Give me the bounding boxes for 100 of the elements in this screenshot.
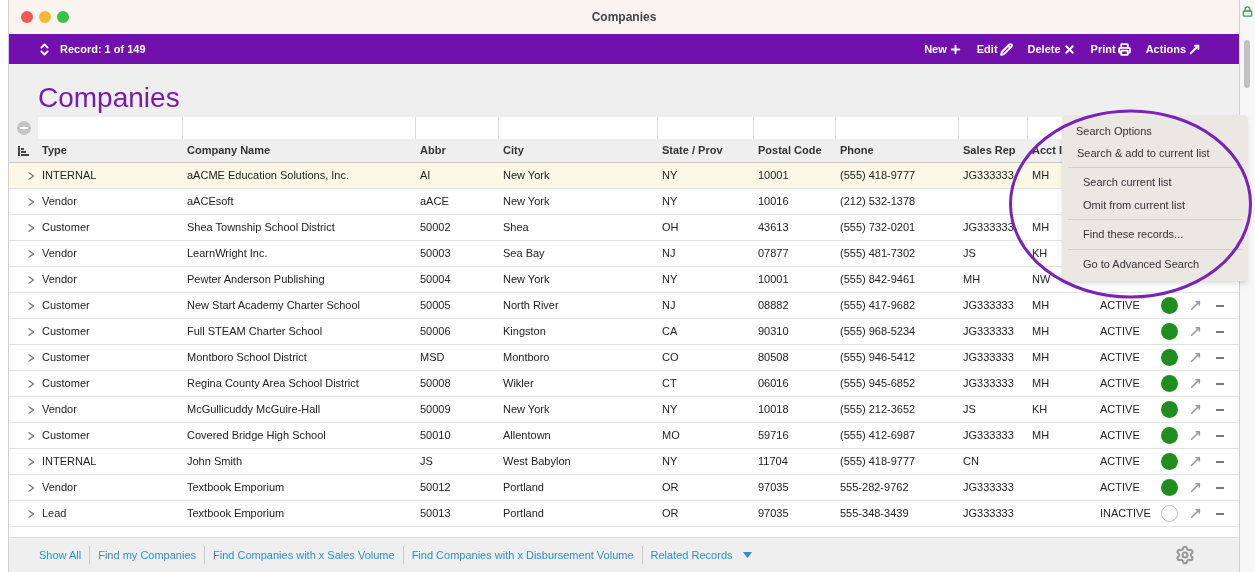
table-row[interactable]: Customer Covered Bridge High School 50010 Allentown MO 59716 (555) 412-6987 JG333333 MH ACTIVE [9,423,1239,449]
table-cell-text: MO [661,428,681,444]
expand-chevron-icon[interactable] [28,249,34,258]
table-row[interactable]: Customer New Start Academy Charter School 50005 North River NJ 08882 (555) 417-9682 JG333333 MH ACTIVE [9,293,1239,319]
expand-chevron-icon[interactable] [28,171,34,180]
filter-field[interactable] [959,116,1028,139]
filter-field[interactable] [183,116,416,139]
table-cell-text: Portland [502,480,545,496]
table-cell-text: 50013 [419,506,452,522]
menu-item[interactable]: Omit from current list [1068,193,1242,216]
filter-field[interactable] [836,116,959,139]
table-row[interactable]: Vendor McGullicuddy McGuire-Hall 50009 New York NY 10018 (555) 212-3652 JS KH ACTIVE [9,397,1239,423]
table-cell-text: MH [1031,428,1051,444]
table-cell-text: Textbook Emporium [186,480,286,496]
table-cell-text: John Smith [186,454,244,470]
remove-icon[interactable] [1216,434,1224,437]
close-window-icon[interactable] [21,11,33,23]
table-row[interactable]: Customer Full STEAM Charter School 50006 Kingston CA 90310 (555) 968-5234 JG333333 MH ACTIVE [9,319,1239,345]
table-cell-text: New York [502,402,551,418]
table-cell-text: 43613 [757,220,790,236]
settings-icon[interactable] [1175,545,1195,565]
expand-chevron-icon[interactable] [28,509,34,518]
filter-field[interactable] [416,116,499,139]
table-cell-text: 10018 [757,402,790,418]
column-header[interactable]: Abbr [416,142,499,159]
column-header[interactable]: City [499,142,658,159]
expand-chevron-icon[interactable] [28,327,34,336]
caret-icon [742,552,752,558]
remove-icon[interactable] [1216,382,1224,385]
remove-icon[interactable] [1216,356,1224,359]
table-row[interactable]: Customer Regina County Area School District 50008 Wikler CT 06016 (555) 945-6852 JG333333 MH ACTIVE [9,371,1239,397]
column-header[interactable]: Phone [836,142,959,159]
expand-chevron-icon[interactable] [28,197,34,206]
toolbar-button[interactable]: Edit [976,40,1013,58]
column-header[interactable]: Type [38,142,183,159]
sort-icon[interactable] [18,145,29,156]
toolbar-button[interactable]: Delete [1027,40,1076,58]
table-row[interactable]: Vendor Pewter Anderson Publishing 50004 New York NY 10001 (555) 842-9461 MH NW [9,267,1239,293]
table-cell-text: JG333333 [962,220,1015,236]
open-record-icon[interactable] [1189,377,1202,390]
table-cell-text: JG333333 [962,480,1015,496]
open-record-icon[interactable] [1189,507,1202,520]
column-header[interactable]: Postal Code [754,142,836,159]
column-header[interactable]: Company Name [183,142,416,159]
table-cell-text: JG333333 [962,428,1015,444]
table-cell-text: Vendor [41,246,78,262]
open-record-icon[interactable] [1189,481,1202,494]
table-cell-text: Allentown [502,428,552,444]
toolbar-button[interactable]: Actions [1145,40,1201,58]
table-cell-text: (555) 212-3652 [839,402,917,418]
open-record-icon[interactable] [1189,455,1202,468]
column-header[interactable]: State / Prov [658,142,754,159]
expand-chevron-icon[interactable] [28,301,34,310]
table-row[interactable]: Vendor Textbook Emporium 50012 Portland OR 97035 555-282-9762 JG333333 ACTIVE [9,475,1239,501]
table-row[interactable]: Customer Montboro School District MSD Montboro CO 80508 (555) 946-5412 JG333333 MH ACTIVE [9,345,1239,371]
remove-icon[interactable] [1216,460,1224,463]
open-record-icon[interactable] [1189,351,1202,364]
expand-chevron-icon[interactable] [28,353,34,362]
table-cell-text: CA [661,324,679,340]
expand-chevron-icon[interactable] [28,275,34,284]
menu-item[interactable]: Search & add to current list [1062,141,1248,164]
status-text: ACTIVE [1099,376,1141,392]
status-text: ACTIVE [1099,402,1141,418]
table-cell-text: North River [502,298,560,314]
filter-field[interactable] [658,116,754,139]
filter-field[interactable] [499,116,658,139]
record-stepper-icon[interactable] [37,41,52,57]
table-cell-text: Montboro [502,350,551,366]
remove-icon[interactable] [1216,486,1224,489]
remove-icon[interactable] [1216,512,1224,515]
table-cell-text: (212) 532-1378 [839,194,917,210]
table-cell-text: MH [962,272,982,288]
remove-icon[interactable] [1216,304,1224,307]
table-cell-text: (555) 945-6852 [839,376,917,392]
open-record-icon[interactable] [1189,325,1202,338]
expand-chevron-icon[interactable] [28,223,34,232]
remove-icon[interactable] [1216,408,1224,411]
table-cell-text: 50008 [419,376,452,392]
column-header[interactable]: Sales Rep [959,142,1028,159]
open-record-icon[interactable] [1189,299,1202,312]
status-text: INACTIVE [1099,506,1152,522]
table-cell-text: 06016 [757,376,790,392]
filter-field[interactable] [754,116,836,139]
toolbar-button[interactable]: New [924,40,962,58]
expand-chevron-icon[interactable] [28,483,34,492]
expand-chevron-icon[interactable] [28,457,34,466]
table-row[interactable]: INTERNAL John Smith JS West Babylon NY 11704 (555) 418-9777 CN ACTIVE [9,449,1239,475]
open-record-icon[interactable] [1189,429,1202,442]
expand-chevron-icon[interactable] [28,379,34,388]
table-row[interactable]: Lead Textbook Emporium 50013 Portland OR 97035 555-348-3439 JG333333 INACTIVE [9,501,1239,527]
remove-icon[interactable] [1216,330,1224,333]
toolbar-button[interactable]: Print [1090,40,1131,58]
expand-chevron-icon[interactable] [28,405,34,414]
table-cell-text: New Start Academy Charter School [186,298,362,314]
expand-chevron-icon[interactable] [28,431,34,440]
table-cell-text: 97035 [757,506,790,522]
open-record-icon[interactable] [1189,403,1202,416]
table-cell-text: Customer [41,324,91,340]
filter-field[interactable] [38,116,183,139]
table-cell-text: (555) 732-0201 [839,220,917,236]
